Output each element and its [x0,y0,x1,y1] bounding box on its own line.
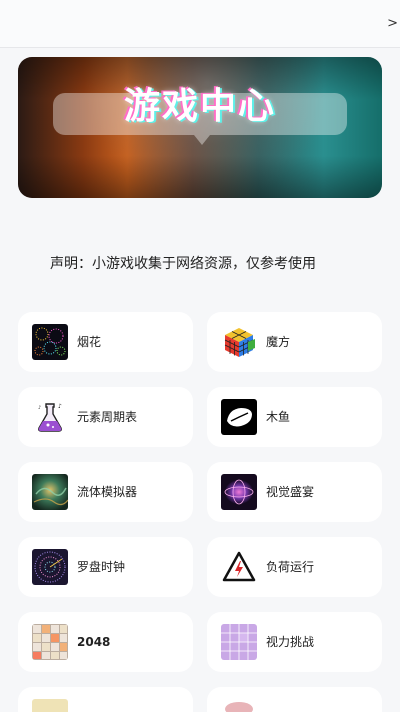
game-card-load-run[interactable]: 负荷运行 [207,537,382,597]
top-bar: > [0,0,400,48]
disclaimer-text: 声明：小游戏收集于网络资源，仅参考使用 [50,256,316,272]
chemistry-flask-icon: ♪ ♪ [32,399,68,435]
compass-clock-icon [32,549,68,585]
game-card-visual-feast[interactable]: 视觉盛宴 [207,462,382,522]
game-label: 魔方 [266,335,291,349]
game-label: 负荷运行 [266,560,315,574]
pink-game-icon [221,699,257,712]
banner-bubble-tail [194,135,210,145]
game-card-wooden-fish[interactable]: 木鱼 [207,387,382,447]
game-center-banner[interactable]: 游戏中心 [18,57,382,198]
game-card-2048[interactable]: 2048 [18,612,193,672]
game-label: 罗盘时钟 [77,560,126,574]
wooden-fish-icon [221,399,257,435]
game-card-periodic-table[interactable]: ♪ ♪ 元素周期表 [18,387,193,447]
game-card-tile-game[interactable] [18,687,193,712]
game-label: 2048 [77,635,111,649]
svg-text:♪: ♪ [58,403,62,410]
game-label: 视力挑战 [266,635,315,649]
visual-feast-icon [221,474,257,510]
svg-text:♪: ♪ [38,405,41,411]
fireworks-icon [32,324,68,360]
game-card-pink-game[interactable] [207,687,382,712]
game-card-fluid-simulator[interactable]: 流体模拟器 [18,462,193,522]
vision-challenge-icon [221,624,257,660]
game-label: 流体模拟器 [77,485,138,499]
rubiks-cube-icon [221,324,257,360]
game-card-rubiks-cube[interactable]: 魔方 [207,312,382,372]
game-label: 视觉盛宴 [266,485,315,499]
high-voltage-warning-icon [221,549,257,585]
game-label: 木鱼 [266,410,291,424]
more-chevron-icon[interactable]: > [387,16,398,31]
fluid-simulator-icon [32,474,68,510]
tile-game-icon [32,699,68,712]
2048-grid-icon [32,624,68,660]
game-card-vision-challenge[interactable]: 视力挑战 [207,612,382,672]
game-label: 烟花 [77,335,102,349]
game-card-fireworks[interactable]: 烟花 [18,312,193,372]
game-card-compass-clock[interactable]: 罗盘时钟 [18,537,193,597]
game-label: 元素周期表 [77,410,138,424]
banner-title: 游戏中心 [123,86,276,127]
